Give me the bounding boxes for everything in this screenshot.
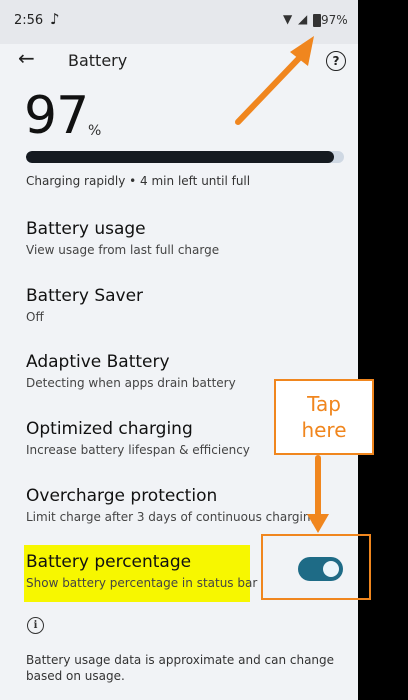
page-title: Battery — [68, 51, 128, 70]
item-title: Adaptive Battery — [26, 352, 170, 372]
wifi-icon: ▼ — [283, 12, 293, 26]
battery-icon — [313, 14, 321, 27]
help-circle-icon[interactable]: ? — [326, 51, 346, 71]
item-subtitle: View usage from last full charge — [26, 243, 220, 257]
battery-level-bar — [26, 151, 344, 163]
signal-icon: ◢ — [298, 12, 308, 26]
battery-usage-item[interactable]: Battery usage View usage from last full … — [26, 218, 336, 259]
app-bar: ← Battery ? — [0, 44, 358, 84]
status-time: 2:56 — [14, 13, 44, 28]
callout-line-2: here — [301, 418, 347, 442]
arrow-left-icon[interactable]: ← — [18, 46, 35, 70]
overcharge-protection-item[interactable]: Overcharge protection Limit charge after… — [26, 485, 336, 526]
tap-here-callout: Tap here — [274, 379, 374, 455]
item-title: Overcharge protection — [26, 486, 218, 506]
battery-level-fill — [26, 151, 335, 163]
item-title: Battery usage — [26, 219, 146, 239]
status-bar: 2:56 ♪ ▼ ◢ 97% — [0, 0, 358, 44]
tiktok-icon: ♪ — [50, 10, 60, 28]
status-battery-percent: 97% — [321, 13, 348, 27]
toggle-highlight-box — [261, 534, 371, 600]
item-subtitle: Limit charge after 3 days of continuous … — [26, 510, 319, 524]
callout-line-1: Tap — [307, 392, 341, 416]
battery-level-unit: % — [88, 123, 102, 139]
battery-level-value: 97 — [24, 86, 89, 146]
charging-status: Charging rapidly • 4 min left until full — [26, 174, 251, 188]
item-title: Battery Saver — [26, 286, 144, 306]
footer-note: Battery usage data is approximate and ca… — [26, 653, 335, 683]
item-subtitle: Off — [26, 310, 44, 324]
info-icon: i — [27, 617, 44, 634]
battery-saver-item[interactable]: Battery Saver Off — [26, 285, 336, 326]
